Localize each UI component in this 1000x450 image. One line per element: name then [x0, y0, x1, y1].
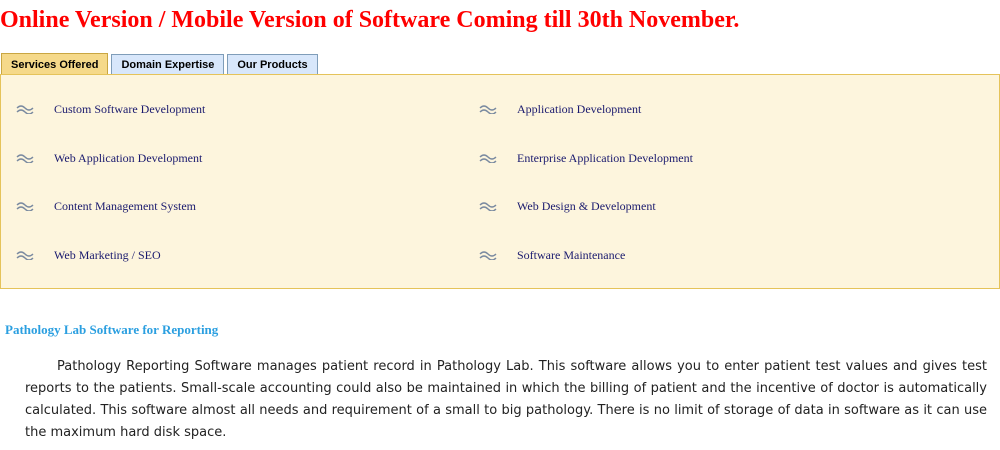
tilde-bullet-icon: [16, 153, 34, 163]
section-body: Pathology Reporting Software manages pat…: [25, 359, 987, 440]
service-item[interactable]: Custom Software Development: [16, 99, 205, 119]
tilde-bullet-icon: [16, 104, 34, 114]
tab-bar: Services Offered Domain Expertise Our Pr…: [1, 53, 318, 75]
tab-services-offered[interactable]: Services Offered: [1, 53, 109, 75]
tilde-bullet-icon: [479, 104, 497, 114]
service-item[interactable]: Content Management System: [16, 196, 196, 216]
service-label: Web Application Development: [54, 150, 203, 165]
service-item[interactable]: Web Marketing / SEO: [16, 245, 161, 265]
service-label: Web Marketing / SEO: [54, 247, 161, 262]
service-item[interactable]: Enterprise Application Development: [479, 148, 693, 168]
tilde-bullet-icon: [479, 153, 497, 163]
tab-domain-expertise[interactable]: Domain Expertise: [111, 54, 225, 75]
tilde-bullet-icon: [479, 201, 497, 211]
service-label: Application Development: [517, 101, 642, 116]
tab-our-products[interactable]: Our Products: [227, 54, 318, 75]
section-title: Pathology Lab Software for Reporting: [5, 322, 219, 337]
announcement-banner: Online Version / Mobile Version of Softw…: [0, 7, 740, 33]
service-item[interactable]: Web Application Development: [16, 148, 202, 168]
service-item[interactable]: Software Maintenance: [479, 245, 625, 265]
services-panel: Custom Software Development Web Applicat…: [0, 74, 1000, 289]
service-label: Content Management System: [54, 198, 196, 213]
service-item[interactable]: Web Design & Development: [479, 196, 656, 216]
service-label: Web Design & Development: [517, 198, 656, 213]
service-label: Custom Software Development: [54, 101, 206, 116]
service-item[interactable]: Application Development: [479, 99, 641, 119]
service-label: Enterprise Application Development: [517, 150, 693, 165]
service-label: Software Maintenance: [517, 247, 626, 262]
tilde-bullet-icon: [479, 250, 497, 260]
tilde-bullet-icon: [16, 250, 34, 260]
tilde-bullet-icon: [16, 201, 34, 211]
